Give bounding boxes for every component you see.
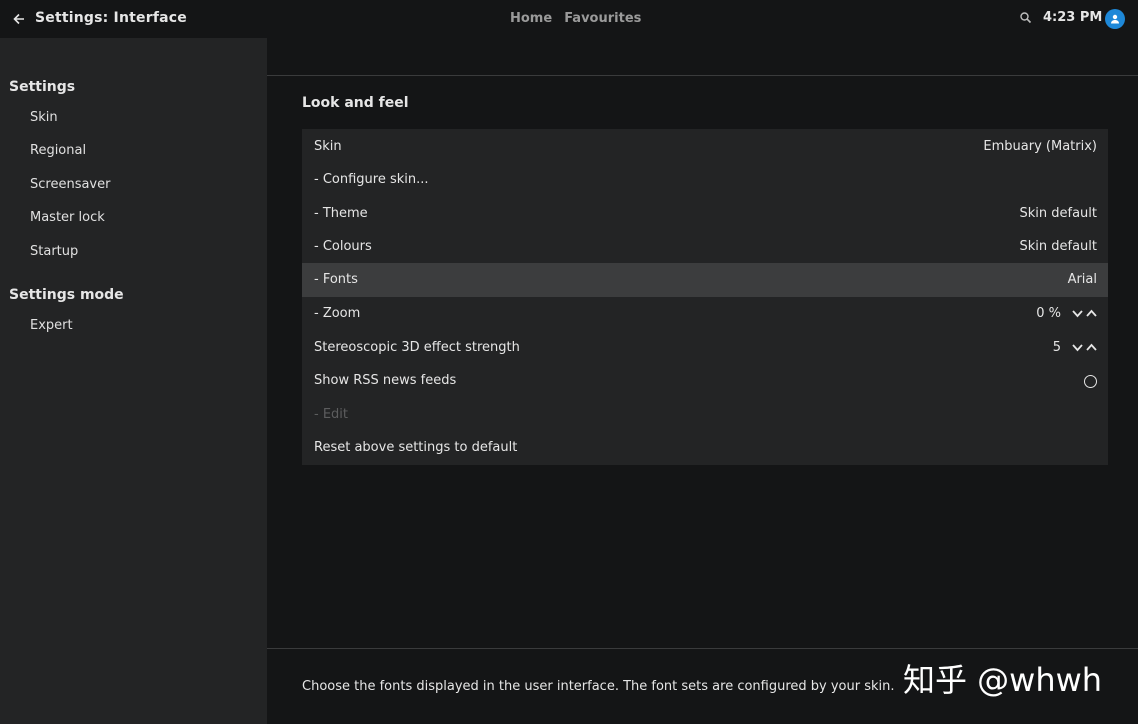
page-title: Settings: Interface: [35, 10, 187, 26]
setting-value: 5: [1052, 340, 1061, 355]
sidebar-item-regional[interactable]: Regional: [30, 143, 86, 158]
sidebar-item-screensaver[interactable]: Screensaver: [30, 177, 110, 192]
setting-fonts[interactable]: - Fonts Arial: [302, 263, 1108, 297]
setting-show-rss[interactable]: Show RSS news feeds: [302, 364, 1108, 397]
chevron-up-icon[interactable]: [1085, 341, 1098, 354]
user-icon[interactable]: [1105, 9, 1125, 29]
chevron-down-icon[interactable]: [1071, 307, 1084, 320]
setting-theme[interactable]: - Theme Skin default: [302, 197, 1108, 230]
spinner: [1071, 341, 1098, 354]
setting-value: 0 %: [1036, 306, 1061, 321]
top-bar: Settings: Interface Home Favourites 4:23…: [0, 0, 1138, 38]
sidebar-item-master-lock[interactable]: Master lock: [30, 210, 105, 225]
setting-configure-skin[interactable]: - Configure skin...: [302, 163, 1108, 196]
settings-list: Skin Embuary (Matrix) - Configure skin..…: [302, 129, 1108, 465]
setting-edit: - Edit: [302, 398, 1108, 431]
setting-label: Skin: [314, 139, 342, 154]
setting-stereoscopic-strength[interactable]: Stereoscopic 3D effect strength 5: [302, 331, 1108, 364]
setting-label: - Zoom: [314, 306, 361, 321]
setting-colours[interactable]: - Colours Skin default: [302, 230, 1108, 263]
sidebar-item-startup[interactable]: Startup: [30, 244, 78, 259]
chevron-up-icon[interactable]: [1085, 307, 1098, 320]
setting-label: - Configure skin...: [314, 172, 429, 187]
clock: 4:23 PM: [1043, 10, 1103, 25]
sidebar-item-skin[interactable]: Skin: [30, 110, 58, 125]
setting-reset-defaults[interactable]: Reset above settings to default: [302, 431, 1108, 464]
setting-label: Stereoscopic 3D effect strength: [314, 340, 520, 355]
setting-label: - Theme: [314, 206, 368, 221]
setting-zoom[interactable]: - Zoom 0 %: [302, 297, 1108, 330]
chevron-down-icon[interactable]: [1071, 341, 1084, 354]
top-nav: Home Favourites: [510, 11, 641, 26]
watermark: 知乎 @whwh: [903, 661, 1103, 699]
setting-label: - Colours: [314, 239, 372, 254]
setting-label: - Fonts: [314, 272, 358, 287]
divider: [267, 75, 1138, 76]
sidebar-item-expert[interactable]: Expert: [30, 318, 73, 333]
sidebar-heading-settings: Settings: [9, 79, 76, 95]
setting-skin[interactable]: Skin Embuary (Matrix): [302, 130, 1108, 163]
nav-home[interactable]: Home: [510, 11, 552, 26]
search-icon[interactable]: [1019, 11, 1033, 25]
setting-label: Reset above settings to default: [314, 440, 518, 455]
setting-value: Skin default: [1019, 206, 1097, 221]
setting-value: Embuary (Matrix): [983, 139, 1097, 154]
setting-label: - Edit: [314, 407, 348, 422]
setting-description: Choose the fonts displayed in the user i…: [302, 679, 895, 694]
sidebar: Settings Skin Regional Screensaver Maste…: [0, 38, 267, 724]
arrow-left-icon[interactable]: [10, 10, 28, 28]
spinner: [1071, 307, 1098, 320]
nav-favourites[interactable]: Favourites: [564, 11, 641, 26]
setting-label: Show RSS news feeds: [314, 373, 457, 388]
setting-value: Skin default: [1019, 239, 1097, 254]
section-title: Look and feel: [302, 95, 409, 111]
sidebar-heading-settings-mode: Settings mode: [9, 287, 124, 303]
radio-toggle-icon[interactable]: [1084, 375, 1097, 388]
setting-value: Arial: [1067, 272, 1097, 287]
divider: [267, 648, 1138, 649]
